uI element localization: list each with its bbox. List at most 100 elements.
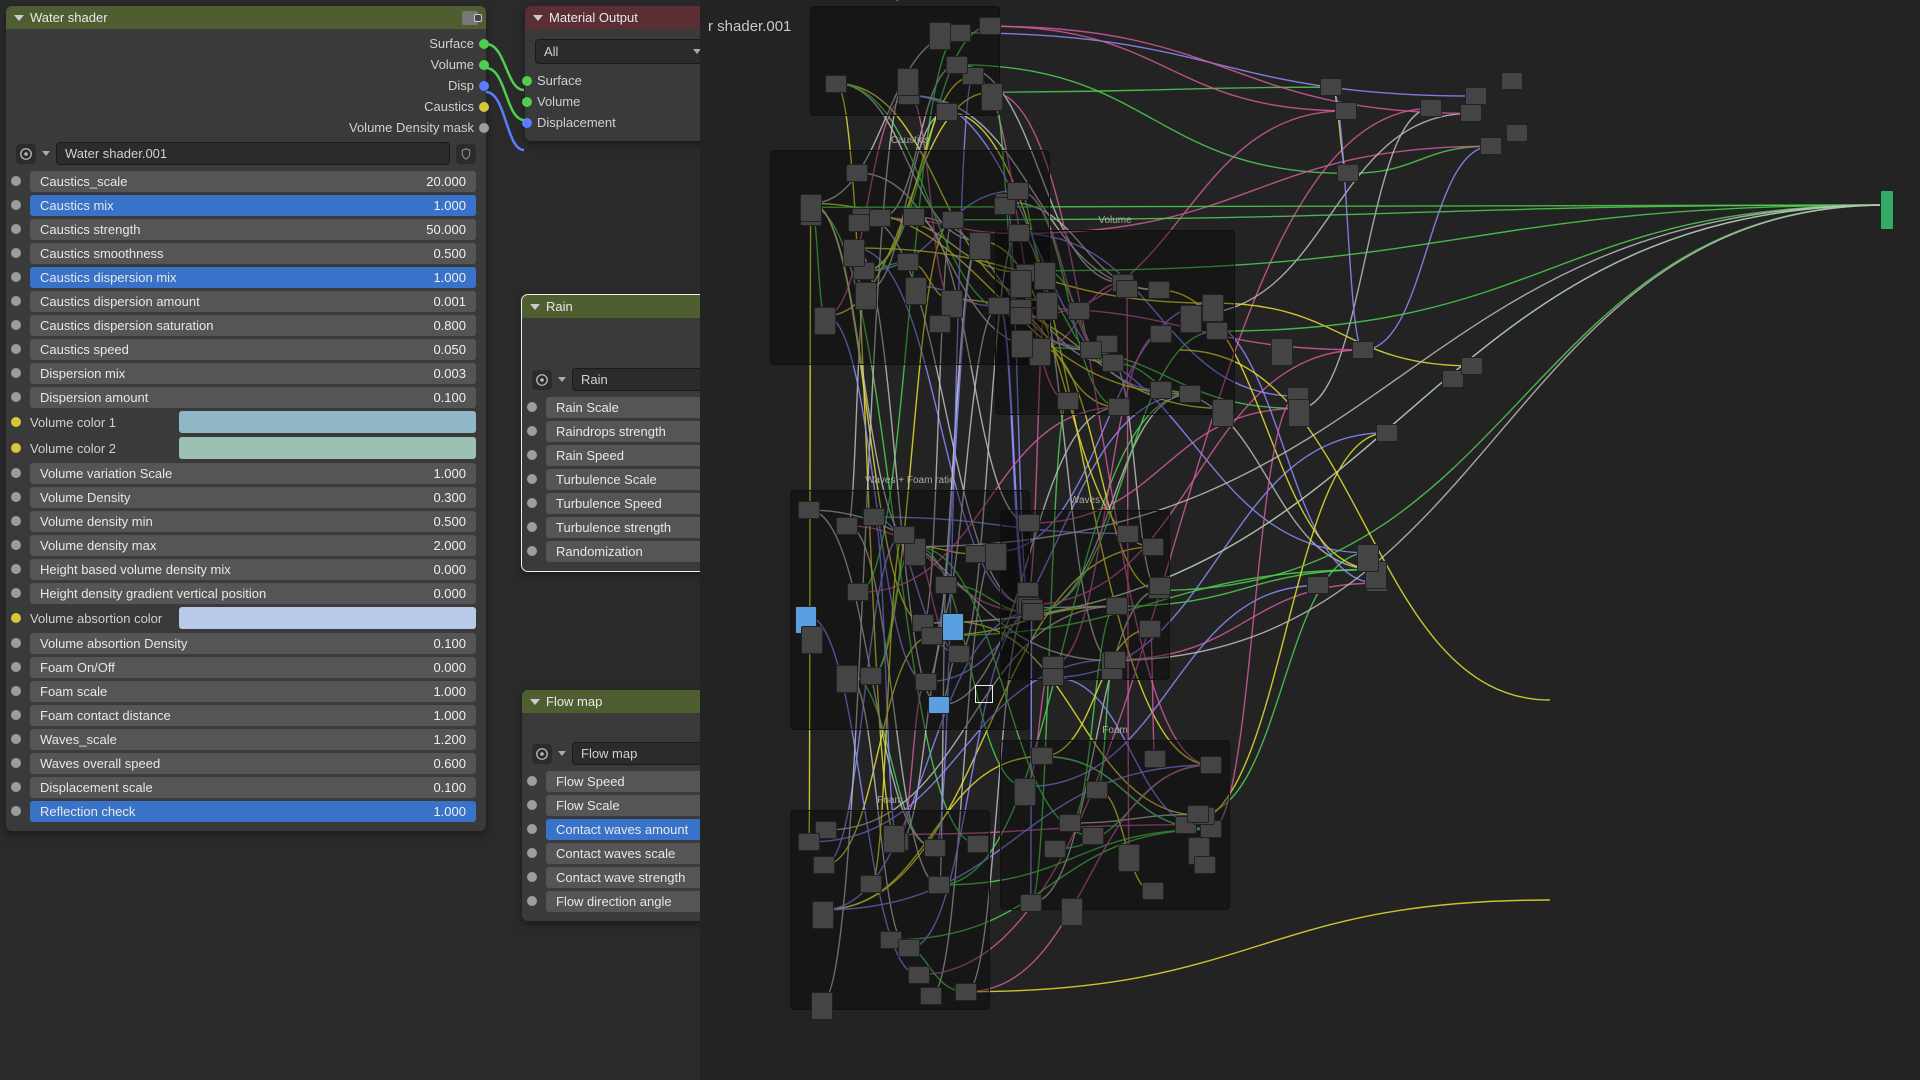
mini-node[interactable] [988, 297, 1010, 315]
param-row[interactable]: Volume absortion Density0.100 [8, 631, 484, 655]
mini-node[interactable] [898, 939, 920, 957]
value-slider[interactable]: Waves overall speed0.600 [30, 753, 476, 774]
mini-node[interactable] [1179, 385, 1201, 403]
input-volume[interactable]: Volume [527, 91, 718, 112]
mini-node[interactable] [1108, 398, 1130, 416]
param-row[interactable]: Displacement scale0.100 [8, 775, 484, 799]
mini-node[interactable] [1106, 597, 1128, 615]
mini-node[interactable] [811, 992, 833, 1020]
mini-node[interactable] [843, 239, 865, 267]
value-slider[interactable]: Foam scale1.000 [30, 681, 476, 702]
target-dropdown[interactable]: All [535, 39, 710, 64]
mini-node[interactable] [860, 667, 882, 685]
mini-node[interactable] [1465, 87, 1487, 105]
mini-node[interactable] [863, 508, 885, 526]
value-slider[interactable]: Volume density min0.500 [30, 511, 476, 532]
mini-node[interactable] [1007, 182, 1029, 200]
node-material-output[interactable]: Material Output All Surface Volume Displ… [525, 6, 720, 141]
nodegroup-datablock-icon[interactable] [16, 144, 36, 164]
mini-node[interactable] [965, 545, 987, 563]
fake-user-icon[interactable] [456, 144, 476, 164]
mini-node[interactable] [814, 307, 836, 335]
mini-node[interactable] [1357, 544, 1379, 572]
volume-color-1[interactable]: Volume color 1 [8, 409, 484, 435]
mini-node[interactable] [1200, 756, 1222, 774]
mini-node[interactable] [883, 825, 905, 853]
mini-node[interactable] [903, 208, 925, 226]
mini-node[interactable] [825, 75, 847, 93]
value-slider[interactable]: Displacement scale0.100 [30, 777, 476, 798]
value-slider[interactable]: Caustics speed0.050 [30, 339, 476, 360]
mini-node[interactable] [1010, 307, 1032, 325]
value-slider[interactable]: Height based volume density mix0.000 [30, 559, 476, 580]
mini-node[interactable] [1118, 844, 1140, 872]
output-vdmask[interactable]: Volume Density mask [8, 117, 484, 138]
color-swatch[interactable] [179, 411, 476, 433]
mini-node[interactable] [798, 501, 820, 519]
dropdown-icon[interactable] [42, 151, 50, 156]
mini-node[interactable] [908, 966, 930, 984]
mini-node[interactable] [936, 103, 958, 121]
mini-node[interactable] [928, 696, 950, 714]
output-volume[interactable]: Volume [8, 54, 484, 75]
mini-node[interactable] [1212, 399, 1234, 427]
mini-node[interactable] [1461, 357, 1483, 375]
param-row[interactable]: Dispersion mix0.003 [8, 361, 484, 385]
color-swatch[interactable] [179, 437, 476, 459]
nodegroup-datablock-icon[interactable] [532, 370, 552, 390]
mini-node[interactable] [915, 673, 937, 691]
mini-node[interactable] [897, 253, 919, 271]
node-water-shader[interactable]: Water shader Surface Volume Disp Caustic… [6, 6, 486, 831]
mini-node[interactable] [1142, 538, 1164, 556]
param-row[interactable]: Foam contact distance1.000 [8, 703, 484, 727]
mini-node[interactable] [1180, 305, 1202, 333]
mini-node[interactable] [1148, 281, 1170, 299]
mini-node[interactable] [812, 901, 834, 929]
value-slider[interactable]: Caustics strength50.000 [30, 219, 476, 240]
volume-color-2[interactable]: Volume color 2 [8, 435, 484, 461]
mini-node[interactable] [1271, 338, 1293, 366]
mini-node[interactable] [798, 833, 820, 851]
value-slider[interactable]: Volume variation Scale1.000 [30, 463, 476, 484]
mini-node[interactable] [929, 315, 951, 333]
mini-node[interactable] [897, 68, 919, 96]
value-slider[interactable]: Caustics dispersion saturation0.800 [30, 315, 476, 336]
input-displacement[interactable]: Displacement [527, 112, 718, 133]
mini-node[interactable] [1011, 330, 1033, 358]
value-slider[interactable]: Reflection check1.000 [30, 801, 476, 822]
mini-node[interactable] [1057, 392, 1079, 410]
mini-node[interactable] [1307, 576, 1329, 594]
value-slider[interactable]: Foam contact distance1.000 [30, 705, 476, 726]
mini-node[interactable] [1139, 620, 1161, 638]
mini-node[interactable] [1352, 341, 1374, 359]
node-header[interactable]: Water shader [6, 6, 486, 29]
mini-node[interactable] [1320, 78, 1342, 96]
mini-node[interactable] [955, 983, 977, 1001]
param-row[interactable]: Caustics strength50.000 [8, 217, 484, 241]
mini-node[interactable] [1420, 99, 1442, 117]
mini-node[interactable] [1018, 514, 1040, 532]
value-slider[interactable]: Caustics mix1.000 [30, 195, 476, 216]
mini-node[interactable] [1288, 399, 1310, 427]
param-row[interactable]: Foam scale1.000 [8, 679, 484, 703]
mini-node[interactable] [946, 56, 968, 74]
value-slider[interactable]: Volume absortion Density0.100 [30, 633, 476, 654]
value-slider[interactable]: Volume density max2.000 [30, 535, 476, 556]
mini-node[interactable] [855, 282, 877, 310]
mini-node[interactable] [1080, 341, 1102, 359]
mini-node[interactable] [1501, 72, 1523, 90]
mini-node[interactable] [1150, 381, 1172, 399]
param-row[interactable]: Reflection check1.000 [8, 799, 484, 823]
param-row[interactable]: Height density gradient vertical positio… [8, 581, 484, 605]
mini-node[interactable] [848, 214, 870, 232]
output-surface[interactable]: Surface [8, 33, 484, 54]
param-row[interactable]: Caustics dispersion amount0.001 [8, 289, 484, 313]
nodegroup-icon[interactable] [462, 11, 478, 25]
mini-node[interactable] [1014, 778, 1036, 806]
value-slider[interactable]: Caustics_scale20.000 [30, 171, 476, 192]
mini-node[interactable] [981, 83, 1003, 111]
mini-node[interactable] [1116, 280, 1138, 298]
mini-node[interactable] [1506, 124, 1528, 142]
mini-node[interactable] [920, 987, 942, 1005]
mini-node[interactable] [1036, 292, 1058, 320]
